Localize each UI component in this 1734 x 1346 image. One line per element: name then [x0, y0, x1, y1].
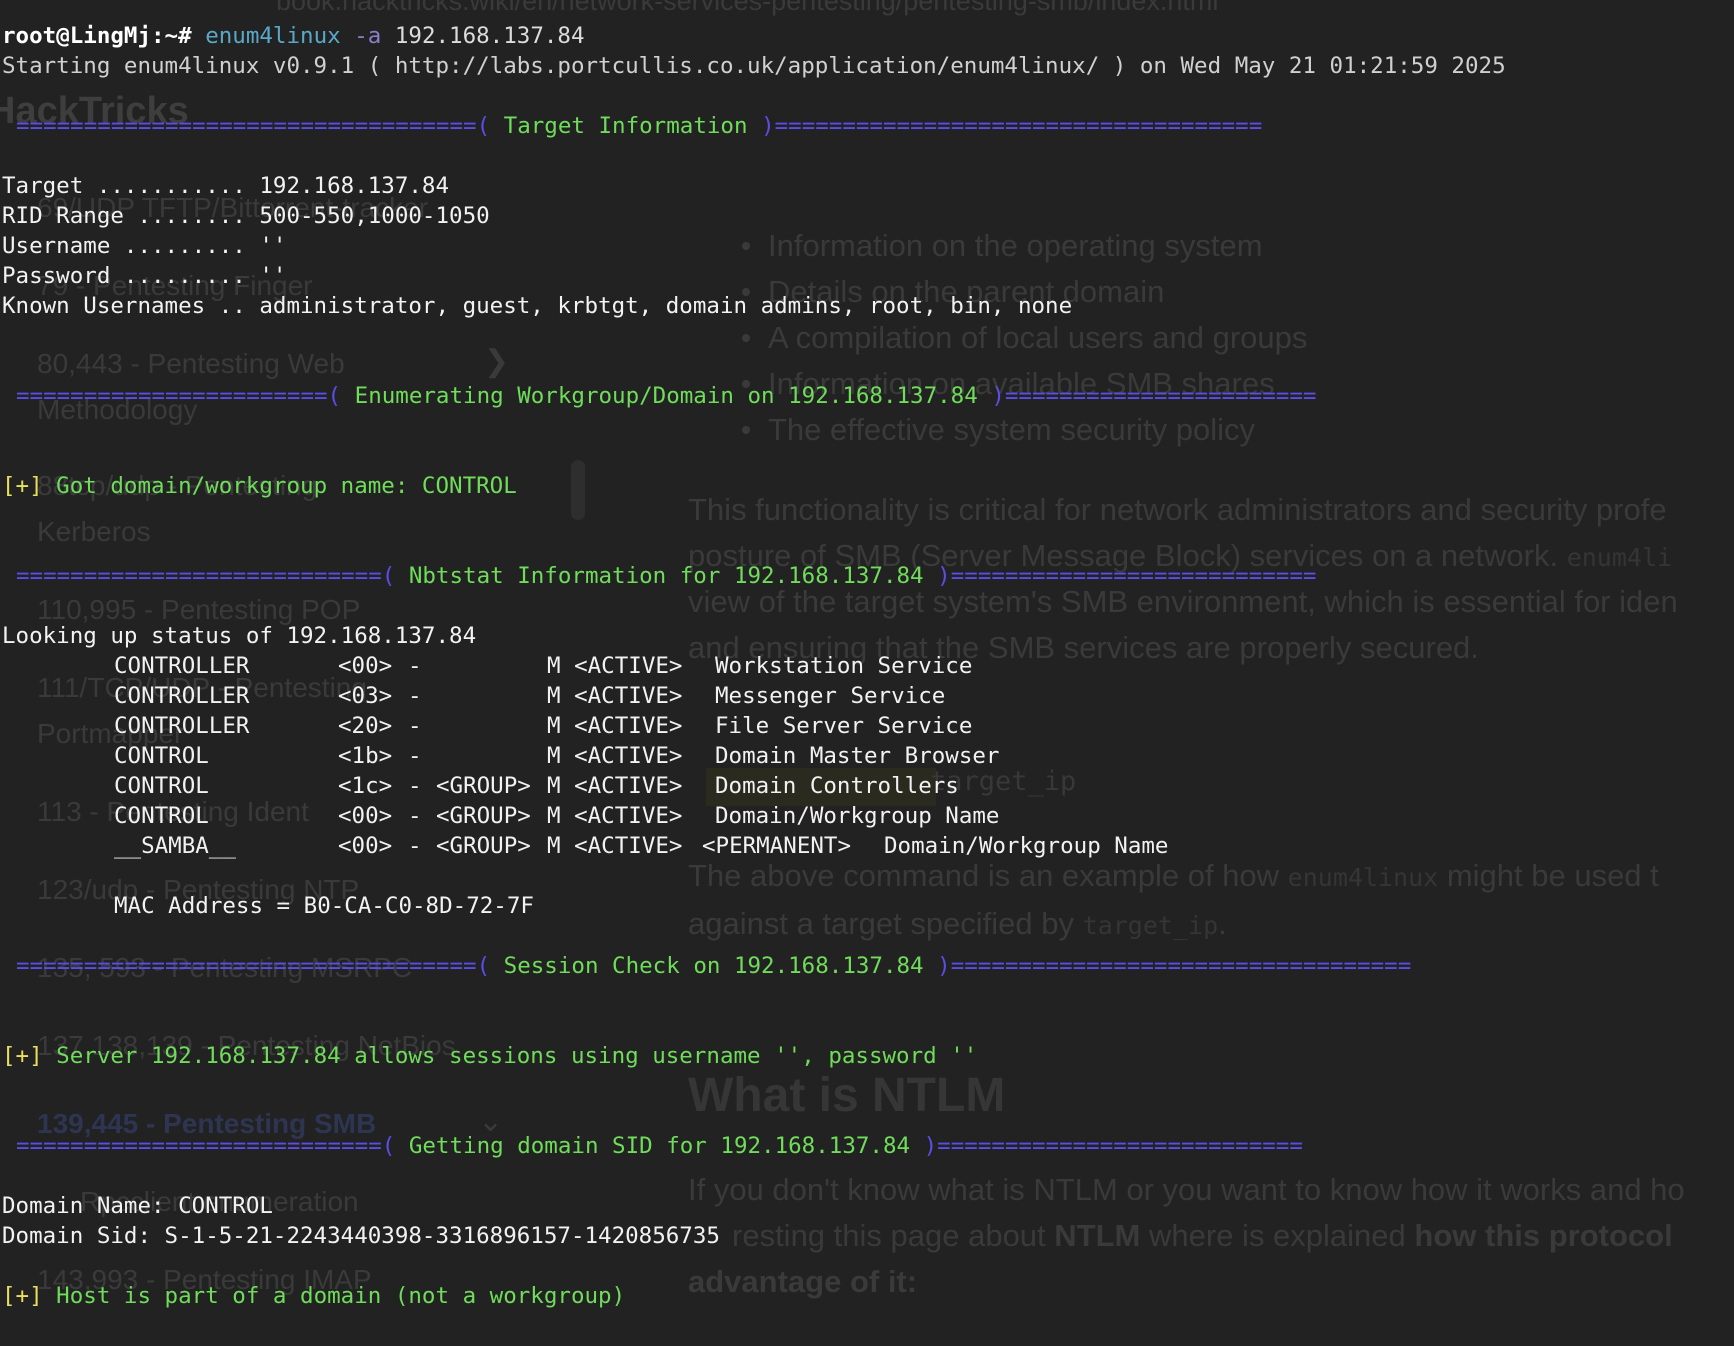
nbtstat-row: CONTROLLER <00> - M <ACTIVE> Workstation Ser…: [0, 651, 1734, 681]
nbt-code: <03>: [338, 683, 393, 709]
nbt-description: Domain Controllers: [715, 773, 959, 799]
nbt-dash: -: [408, 683, 422, 709]
nbt-description: Messenger Service: [715, 683, 946, 709]
separator: ===========================(: [16, 1133, 396, 1159]
nbt-dash: -: [408, 773, 422, 799]
session-result: [+] Server 192.168.137.84 allows session…: [2, 1043, 978, 1069]
nbt-group: <GROUP>: [436, 833, 531, 859]
shell-prompt: root@LingMj:~#: [2, 23, 206, 49]
nbt-code: <20>: [338, 713, 393, 739]
nbt-flags: M <ACTIVE>: [547, 803, 683, 829]
target-line: Target ........... 192.168.137.84: [2, 173, 450, 199]
nbt-flags: M <ACTIVE>: [547, 743, 683, 769]
separator: )====================================: [761, 113, 1263, 139]
nbt-group: <GROUP>: [436, 773, 531, 799]
domain-sid-line: Domain Sid: S-1-5-21-2243440398-33168961…: [2, 1223, 720, 1249]
nbtstat-row: CONTROL <00> - <GROUP> M <ACTIVE> Domain/Work…: [0, 801, 1734, 831]
section-title: Getting domain SID for 192.168.137.84: [395, 1133, 924, 1159]
nbt-flags: M <ACTIVE>: [547, 683, 683, 709]
nbt-code: <00>: [338, 803, 393, 829]
separator: )===========================: [937, 563, 1317, 589]
known-usernames-line: Known Usernames .. administrator, guest,…: [2, 293, 1073, 319]
starting-line: Starting enum4linux v0.9.1 ( http://labs…: [2, 53, 1506, 79]
separator: )==================================: [937, 953, 1412, 979]
domain-result: [+] Host is part of a domain (not a work…: [2, 1283, 626, 1309]
nbt-name: CONTROLLER: [114, 683, 250, 709]
mac-address-line: MAC Address = B0-CA-C0-8D-72-7F: [114, 893, 534, 919]
nbt-group: <GROUP>: [436, 803, 531, 829]
plus-marker: [+]: [2, 1043, 43, 1069]
nbt-description: File Server Service: [715, 713, 973, 739]
section-header-session: ==================================( Sess…: [16, 951, 1411, 981]
nbtstat-row: CONTROLLER <20> - M <ACTIVE> File Server Ser…: [0, 711, 1734, 741]
nbt-flags: M <ACTIVE>: [547, 833, 683, 859]
nbt-dash: -: [408, 743, 422, 769]
nbt-description: Domain Master Browser: [715, 743, 1000, 769]
nbt-flags: M <ACTIVE>: [547, 653, 683, 679]
nbt-code: <00>: [338, 653, 393, 679]
nbt-dash: -: [408, 833, 422, 859]
command-argument: 192.168.137.84: [394, 23, 585, 49]
nbtstat-row: CONTROL <1b> - M <ACTIVE> Domain Master Brow…: [0, 741, 1734, 771]
workgroup-result: [+] Got domain/workgroup name: CONTROL: [2, 473, 517, 499]
section-title: Session Check on 192.168.137.84: [490, 953, 938, 979]
section-header-workgroup: =======================( Enumerating Wor…: [16, 381, 1316, 411]
separator: ===========================(: [16, 563, 396, 589]
command-line: root@LingMj:~# enum4linux -a 192.168.137…: [2, 21, 585, 51]
nbtstat-lookup: Looking up status of 192.168.137.84: [2, 623, 477, 649]
command-name: enum4linux: [205, 23, 341, 49]
nbtstat-row: CONTROLLER <03> - M <ACTIVE> Messenger Servi…: [0, 681, 1734, 711]
nbt-name: __SAMBA__: [114, 833, 236, 859]
username-line: Username ......... '': [2, 233, 287, 259]
nbt-description: Domain/Workgroup Name: [884, 833, 1169, 859]
section-header-domain-sid: ===========================( Getting dom…: [16, 1131, 1303, 1161]
terminal-output[interactable]: root@LingMj:~# enum4linux -a 192.168.137…: [0, 0, 1734, 1346]
nbtstat-row: CONTROL <1c> - <GROUP> M <ACTIVE> Domain Cont…: [0, 771, 1734, 801]
nbt-code: <1c>: [338, 773, 393, 799]
section-title: Target Information: [490, 113, 762, 139]
section-title: Enumerating Workgroup/Domain on 192.168.…: [341, 383, 992, 409]
separator: ==================================(: [16, 953, 491, 979]
nbt-description: Workstation Service: [715, 653, 973, 679]
separator: )===========================: [923, 1133, 1303, 1159]
nbt-dash: -: [408, 803, 422, 829]
nbt-code: <00>: [338, 833, 393, 859]
nbt-dash: -: [408, 713, 422, 739]
separator: =======================(: [16, 383, 342, 409]
nbt-name: CONTROL: [114, 743, 209, 769]
nbtstat-row: __SAMBA__ <00> - <GROUP> M <ACTIVE> <PERMANEN…: [0, 831, 1734, 861]
nbt-permanent: <PERMANENT>: [702, 833, 852, 859]
nbt-flags: M <ACTIVE>: [547, 773, 683, 799]
nbt-name: CONTROL: [114, 803, 209, 829]
password-line: Password ......... '': [2, 263, 287, 289]
nbt-name: CONTROL: [114, 773, 209, 799]
terminal-window[interactable]: book.hacktricks.wiki/en/network-services…: [0, 0, 1734, 1346]
domain-name-line: Domain Name: CONTROL: [2, 1193, 273, 1219]
section-header-target-info: ==================================( Targ…: [16, 111, 1262, 141]
rid-range-line: RID Range ........ 500-550,1000-1050: [2, 203, 490, 229]
nbt-flags: M <ACTIVE>: [547, 713, 683, 739]
nbt-dash: -: [408, 653, 422, 679]
nbt-name: CONTROLLER: [114, 653, 250, 679]
plus-marker: [+]: [2, 1283, 43, 1309]
section-header-nbtstat: ===========================( Nbtstat Inf…: [16, 561, 1316, 591]
command-flag: -a: [354, 23, 382, 49]
separator: )=======================: [991, 383, 1317, 409]
section-title: Nbtstat Information for 192.168.137.84: [395, 563, 938, 589]
nbt-code: <1b>: [338, 743, 393, 769]
nbt-name: CONTROLLER: [114, 713, 250, 739]
separator: ==================================(: [16, 113, 491, 139]
plus-marker: [+]: [2, 473, 43, 499]
nbt-description: Domain/Workgroup Name: [715, 803, 1000, 829]
